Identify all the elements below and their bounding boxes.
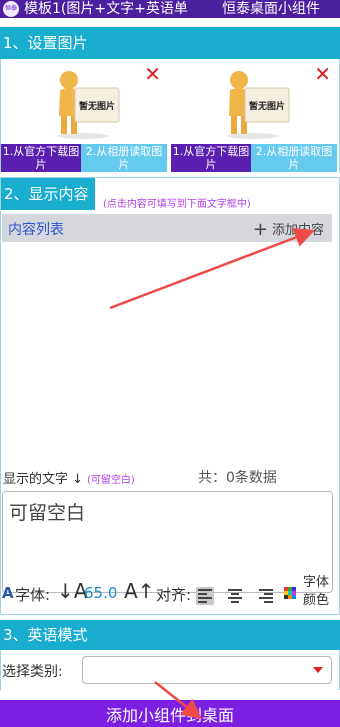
- section-display-content: 2、显示内容 (点击内容可填写到下面文字框中) 内容列表 + 添加内容 显示的文字…: [0, 177, 340, 615]
- download-official-image-1-button[interactable]: 1.从官方下载图片: [1, 144, 81, 172]
- section-english-mode-header: 3、英语模式: [0, 620, 340, 650]
- no-image-placeholder: 暂无图片: [57, 71, 120, 139]
- align-label: 对齐:: [156, 586, 192, 604]
- align-right-icon[interactable]: [257, 587, 275, 605]
- align-center-icon[interactable]: [226, 587, 244, 605]
- remove-image-2-icon[interactable]: ✕: [314, 64, 331, 84]
- font-color-button[interactable]: 字体颜色: [303, 574, 337, 610]
- display-text-label: 显示的文字 ↓ (可留空白): [3, 472, 135, 487]
- plus-icon: +: [252, 219, 268, 240]
- add-content-button[interactable]: + 添加内容: [252, 219, 324, 240]
- add-content-label: 添加内容: [271, 223, 324, 238]
- placeholder-text: 暂无图片: [249, 100, 285, 112]
- section-set-image-header: 1、设置图片: [0, 27, 340, 59]
- image-slot-2[interactable]: 暂无图片 ✕: [171, 64, 337, 144]
- section-display-content-header: 2、显示内容: [1, 178, 95, 210]
- data-count: 共：0条数据: [198, 470, 277, 486]
- category-select[interactable]: [82, 656, 332, 684]
- font-decrease-icon[interactable]: ↓A: [57, 579, 87, 603]
- image-slot-1[interactable]: 暂无图片 ✕: [1, 64, 167, 144]
- title-bar: 恒泰 模板1(图片+文字+英语单 恒泰桌面小组件: [0, 0, 340, 18]
- font-increase-icon[interactable]: A↑: [124, 579, 154, 603]
- remove-image-1-icon[interactable]: ✕: [144, 64, 161, 84]
- no-image-placeholder: 暂无图片: [227, 71, 290, 139]
- placeholder-text: 暂无图片: [79, 100, 115, 112]
- font-size-value: 65.0: [84, 584, 118, 602]
- add-widget-to-desktop-button[interactable]: 添加小组件到桌面: [0, 700, 340, 727]
- download-official-image-2-button[interactable]: 1.从官方下载图片: [171, 144, 251, 172]
- app-icon: 恒泰: [3, 1, 19, 17]
- image-card-2: 暂无图片 ✕ 1.从官方下载图片 2.从相册读取图片: [171, 64, 337, 172]
- font-label: 字体:: [15, 586, 51, 604]
- dropdown-caret-icon: [313, 667, 323, 673]
- content-list-header: 内容列表 + 添加内容: [2, 214, 332, 242]
- window-title: 模板1(图片+文字+英语单: [24, 1, 188, 17]
- display-text-hint: (可留空白): [87, 475, 135, 486]
- color-palette-icon[interactable]: [284, 587, 296, 599]
- read-album-image-2-button[interactable]: 2.从相册读取图片: [251, 144, 337, 172]
- category-label: 选择类别:: [2, 664, 63, 680]
- font-icon: A: [2, 584, 14, 602]
- read-album-image-1-button[interactable]: 2.从相册读取图片: [81, 144, 167, 172]
- content-list-title: 内容列表: [8, 222, 64, 238]
- app-name: 恒泰桌面小组件: [222, 1, 320, 17]
- content-hint: (点击内容可填写到下面文字框中): [103, 199, 251, 210]
- font-toolbar: A 字体: ↓A 65.0 A↑ 对齐: 字体颜色: [0, 575, 340, 611]
- align-left-icon[interactable]: [196, 587, 214, 605]
- image-card-1: 暂无图片 ✕ 1.从官方下载图片 2.从相册读取图片: [1, 64, 167, 172]
